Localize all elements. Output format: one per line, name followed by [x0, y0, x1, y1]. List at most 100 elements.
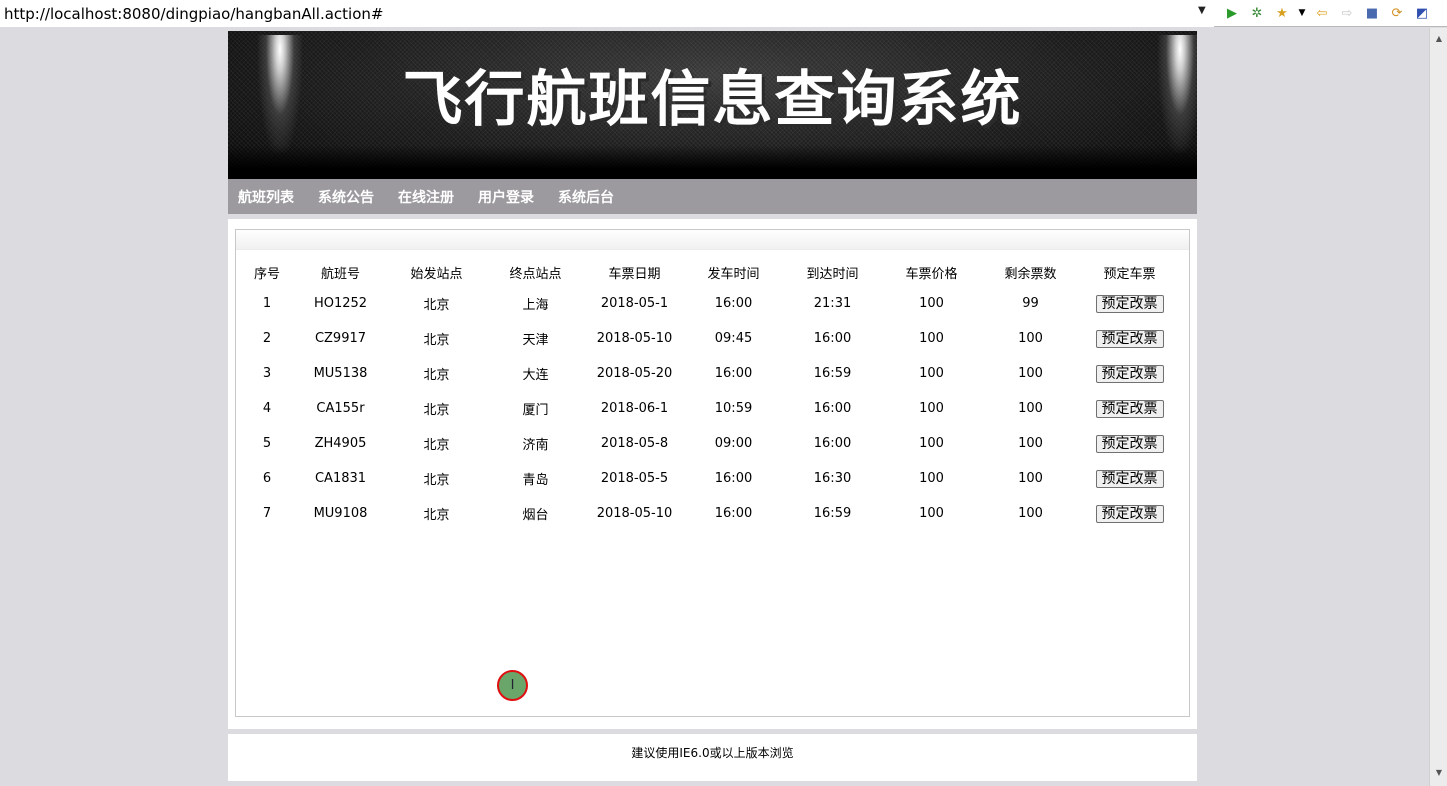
table-row: 4 CA155r 北京 厦门 2018-06-1 10:59 16:00 100… [237, 391, 1176, 426]
header-depart: 发车时间 [707, 266, 760, 282]
cell-action: 预定改票 [1083, 321, 1176, 356]
banner: 飞行航班信息查询系统 [228, 31, 1197, 179]
cell-flight: HO1252 [313, 296, 368, 311]
book-button[interactable]: 预定改票 [1095, 329, 1164, 348]
nav-admin[interactable]: 系统后台 [558, 187, 614, 207]
cell-from: 北京 [423, 298, 450, 313]
cell-no: 4 [262, 401, 272, 416]
cell-remaining: 99 [1022, 296, 1039, 311]
cell-to: 上海 [522, 298, 549, 313]
run-icon[interactable]: ▶ [1222, 3, 1242, 23]
footer: 建议使用IE6.0或以上版本浏览 [228, 734, 1197, 781]
cell-remaining: 100 [1018, 401, 1043, 416]
cell-depart: 16:00 [714, 506, 753, 521]
cell-arrive: 16:59 [813, 506, 852, 521]
table-row: 7 MU9108 北京 烟台 2018-05-10 16:00 16:59 10… [237, 496, 1176, 531]
forward-icon[interactable]: ⇨ [1337, 3, 1357, 23]
table-row: 2 CZ9917 北京 天津 2018-05-10 09:45 16:00 10… [237, 321, 1176, 356]
nav-login[interactable]: 用户登录 [478, 187, 534, 207]
cell-depart: 10:59 [714, 401, 753, 416]
cell-no: 6 [262, 471, 272, 486]
cell-price: 100 [919, 471, 944, 486]
cell-price: 100 [919, 506, 944, 521]
header-action: 预定车票 [1103, 266, 1156, 282]
book-button[interactable]: 预定改票 [1095, 294, 1164, 313]
content-area: 序号 航班号 始发站点 终点站点 车票日期 发车时间 到达时间 车票价格 剩余票… [228, 219, 1197, 729]
cell-action: 预定改票 [1083, 461, 1176, 496]
book-button[interactable]: 预定改票 [1095, 364, 1164, 383]
cell-action: 预定改票 [1083, 426, 1176, 461]
cell-depart: 16:00 [714, 471, 753, 486]
header-flight: 航班号 [320, 266, 360, 282]
footer-note: 建议使用IE6.0或以上版本浏览 [631, 746, 794, 760]
cell-arrive: 16:30 [813, 471, 852, 486]
cell-to: 烟台 [522, 508, 549, 523]
header-no: 序号 [253, 266, 280, 282]
cell-to: 大连 [522, 368, 549, 383]
cell-from: 北京 [423, 508, 450, 523]
cell-remaining: 100 [1018, 331, 1043, 346]
nav-register[interactable]: 在线注册 [398, 187, 454, 207]
cell-to: 济南 [522, 438, 549, 453]
stop-icon[interactable]: ■ [1362, 3, 1382, 23]
book-button[interactable]: 预定改票 [1095, 504, 1164, 523]
scroll-down-icon[interactable]: ▼ [1432, 766, 1446, 780]
nav-flight-list[interactable]: 航班列表 [238, 187, 294, 207]
cell-from: 北京 [423, 368, 450, 383]
favorites-dropdown-icon[interactable]: ▼ [1297, 3, 1307, 23]
table-row: 1 HO1252 北京 上海 2018-05-1 16:00 21:31 100… [237, 286, 1176, 321]
table-row: 5 ZH4905 北京 济南 2018-05-8 09:00 16:00 100… [237, 426, 1176, 461]
header-arrive: 到达时间 [806, 266, 859, 282]
refresh-icon[interactable]: ⟳ [1387, 3, 1407, 23]
dropdown-arrow-icon[interactable]: ▼ [1198, 5, 1206, 16]
nav-announcements[interactable]: 系统公告 [318, 187, 374, 207]
toolbar-icons: ▶ ✲ ★ ▼ ⇦ ⇨ ■ ⟳ ◩ [1222, 3, 1432, 23]
cell-from: 北京 [423, 438, 450, 453]
cell-price: 100 [919, 366, 944, 381]
cell-price: 100 [919, 331, 944, 346]
cell-flight: ZH4905 [314, 436, 367, 451]
cell-price: 100 [919, 401, 944, 416]
favorites-icon[interactable]: ★ [1272, 3, 1292, 23]
cell-action: 预定改票 [1083, 391, 1176, 426]
cell-from: 北京 [423, 333, 450, 348]
mouse-cursor-icon: I [497, 670, 528, 701]
header-remaining: 剩余票数 [1004, 266, 1057, 282]
cell-no: 1 [262, 296, 272, 311]
address-bar-input[interactable] [0, 0, 1214, 27]
cell-date: 2018-05-20 [596, 366, 673, 381]
book-button[interactable]: 预定改票 [1095, 434, 1164, 453]
cell-flight: CZ9917 [314, 331, 367, 346]
cell-arrive: 16:00 [813, 331, 852, 346]
scroll-up-icon[interactable]: ▲ [1432, 32, 1446, 46]
cell-arrive: 16:59 [813, 366, 852, 381]
book-button[interactable]: 预定改票 [1095, 399, 1164, 418]
table-header-row: 序号 航班号 始发站点 终点站点 车票日期 发车时间 到达时间 车票价格 剩余票… [237, 258, 1176, 286]
cell-from: 北京 [423, 403, 450, 418]
cell-no: 3 [262, 366, 272, 381]
cell-arrive: 16:00 [813, 401, 852, 416]
cell-no: 2 [262, 331, 272, 346]
cell-date: 2018-06-1 [600, 401, 669, 416]
header-date: 车票日期 [608, 266, 661, 282]
cell-price: 100 [919, 296, 944, 311]
cell-arrive: 21:31 [813, 296, 852, 311]
debug-icon[interactable]: ✲ [1247, 3, 1267, 23]
perspective-icon[interactable]: ◩ [1412, 3, 1432, 23]
cell-action: 预定改票 [1083, 356, 1176, 391]
cell-date: 2018-05-5 [600, 471, 669, 486]
cell-date: 2018-05-8 [600, 436, 669, 451]
cell-arrive: 16:00 [813, 436, 852, 451]
cell-remaining: 100 [1018, 436, 1043, 451]
cell-no: 5 [262, 436, 272, 451]
flight-panel: 序号 航班号 始发站点 终点站点 车票日期 发车时间 到达时间 车票价格 剩余票… [235, 229, 1190, 717]
back-icon[interactable]: ⇦ [1312, 3, 1332, 23]
book-button[interactable]: 预定改票 [1095, 469, 1164, 488]
vertical-scrollbar[interactable]: ▲ ▼ [1429, 28, 1447, 786]
cell-remaining: 100 [1018, 506, 1043, 521]
cell-date: 2018-05-10 [596, 331, 673, 346]
cell-action: 预定改票 [1083, 496, 1176, 531]
table-row: 3 MU5138 北京 大连 2018-05-20 16:00 16:59 10… [237, 356, 1176, 391]
header-to: 终点站点 [509, 266, 562, 282]
cell-to: 青岛 [522, 473, 549, 488]
